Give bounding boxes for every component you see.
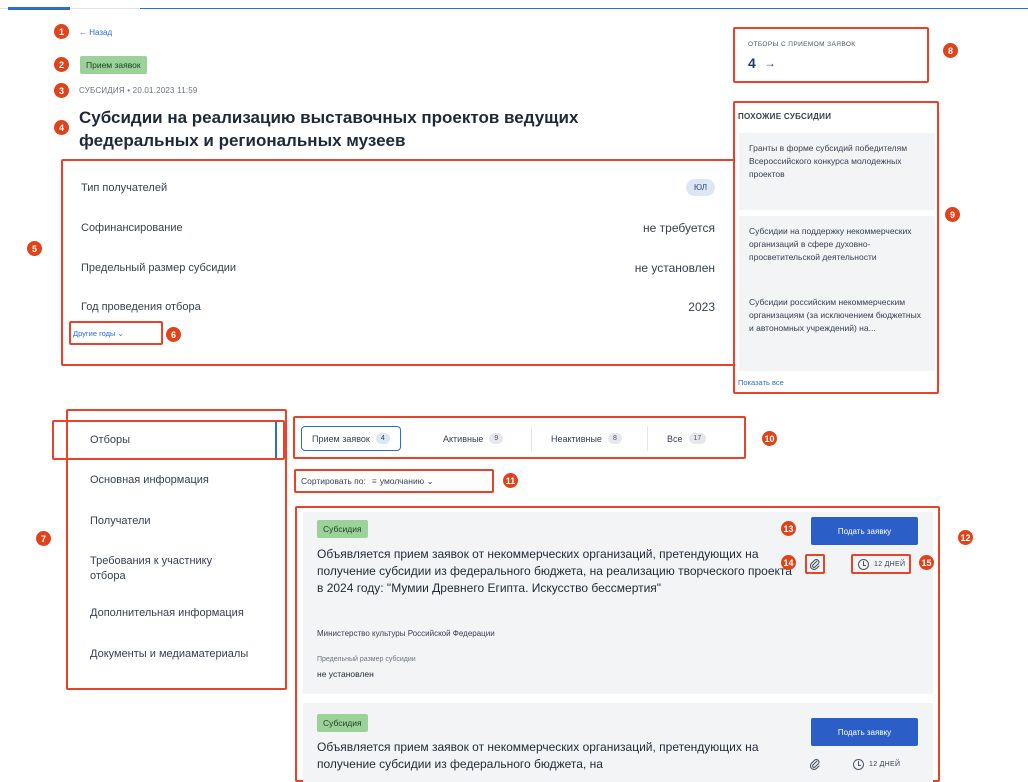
tab-count: 4 [375, 433, 390, 444]
top-divider-accent [140, 8, 1028, 9]
similar-subsidies-panel: ПОХОЖИЕ СУБСИДИИ Гранты в форме субсидий… [733, 101, 939, 394]
clock-icon [858, 558, 869, 570]
annotation-marker-11: 11 [503, 473, 518, 488]
deadline-indicator: 12 ДНЕЙ [853, 754, 900, 774]
days-left: 12 ДНЕЙ [874, 560, 906, 568]
tab-all[interactable]: Все 17 [657, 426, 716, 451]
info-value: не установлен [634, 261, 715, 275]
type-badge: Субсидия [317, 714, 368, 732]
nav-active-highlight [52, 420, 285, 460]
info-label: Софинансирование [81, 222, 183, 234]
selection-card[interactable]: Субсидия Объявляется прием заявок от нек… [303, 512, 933, 694]
clock-icon [853, 758, 864, 770]
card-title[interactable]: Объявляется прием заявок от некоммерческ… [317, 546, 797, 597]
info-label: Тип получателей [81, 181, 168, 194]
annotation-marker-4: 4 [54, 120, 69, 135]
similar-subsidy-item[interactable]: Субсидии российским некоммерческим орган… [739, 287, 935, 371]
info-value: 2023 [688, 300, 715, 314]
annotation-marker-3: 3 [54, 83, 69, 98]
open-selections-card[interactable]: ОТБОРЫ С ПРИЕМОМ ЗАЯВОК 4 → [733, 27, 929, 83]
info-label: Предельный размер субсидии [81, 262, 237, 274]
tab-divider [647, 426, 648, 451]
annotation-marker-12: 12 [958, 530, 973, 545]
card-title[interactable]: Объявляется прием заявок от некоммерческ… [317, 739, 797, 773]
paperclip-icon[interactable] [805, 754, 825, 774]
nav-item-main-info[interactable]: Основная информация [90, 473, 209, 488]
nav-item-additional-info[interactable]: Дополнительная информация [90, 606, 244, 621]
nav-item-recipients[interactable]: Получатели [90, 514, 151, 529]
page-title: Субсидии на реализацию выставочных проек… [79, 108, 579, 150]
tab-count: 17 [688, 433, 707, 444]
type-badge: Субсидия [317, 520, 368, 538]
tab-count: 9 [489, 433, 504, 444]
annotation-marker-6: 6 [166, 327, 181, 342]
annotation-marker-10: 10 [762, 431, 777, 446]
subsidy-info-panel: Тип получателей ЮЛ Софинансирование не т… [61, 159, 735, 366]
info-row-recipient-type: Тип получателей ЮЛ [81, 179, 715, 196]
tab-label: Неактивные [551, 433, 602, 444]
annotation-marker-9: 9 [945, 207, 960, 222]
selections-list: Субсидия Объявляется прием заявок от нек… [295, 506, 940, 782]
annotation-marker-14: 14 [781, 555, 796, 570]
open-selections-label: ОТБОРЫ С ПРИЕМОМ ЗАЯВОК [748, 41, 856, 48]
tab-accepting[interactable]: Прием заявок 4 [301, 426, 401, 451]
similar-subsidy-item[interactable]: Субсидии на поддержку некоммерческих орг… [739, 216, 935, 291]
annotation-marker-7: 7 [36, 531, 51, 546]
nav-item-requirements[interactable]: Требования к участнику отбора [90, 554, 250, 584]
tab-label: Прием заявок [312, 433, 370, 444]
annotation-marker-1: 1 [54, 24, 69, 39]
other-years-dropdown[interactable]: Другие годы ⌄ [69, 321, 163, 345]
annotation-marker-5: 5 [27, 241, 42, 256]
card-limit-value: не установлен [317, 669, 374, 679]
info-row-cofinancing: Софинансирование не требуется [81, 221, 715, 235]
info-value: не требуется [643, 221, 715, 235]
nav-item-documents[interactable]: Документы и медиаматериалы [90, 647, 248, 662]
paperclip-icon[interactable] [805, 554, 825, 574]
subsidy-meta: СУБСИДИЯ • 20.01.2023 11:59 [79, 86, 198, 95]
annotation-marker-15: 15 [919, 555, 934, 570]
sort-value: умолчанию ⌄ [379, 475, 434, 486]
tab-count: 8 [607, 433, 622, 444]
similar-subsidies-title: ПОХОЖИЕ СУБСИДИИ [738, 112, 832, 121]
tab-inactive[interactable]: Неактивные 8 [541, 426, 632, 451]
recipient-type-badge: ЮЛ [686, 179, 715, 196]
top-tab-indicator [8, 7, 70, 10]
back-link[interactable]: ← Назад [79, 28, 112, 37]
status-badge: Прием заявок [80, 56, 147, 74]
apply-button[interactable]: Подать заявку [811, 517, 918, 545]
info-row-max-amount: Предельный размер субсидии не установлен [81, 261, 715, 275]
tab-divider [531, 426, 532, 451]
apply-button[interactable]: Подать заявку [811, 718, 918, 746]
deadline-indicator: 12 ДНЕЙ [851, 554, 911, 574]
days-left: 12 ДНЕЙ [869, 760, 901, 768]
selection-tabs: Прием заявок 4 Активные 9 Неактивные 8 В… [293, 416, 746, 459]
similar-subsidy-item[interactable]: Гранты в форме субсидий победителям Всер… [739, 133, 935, 210]
card-ministry: Министерство культуры Российской Федерац… [317, 629, 495, 638]
sort-label: Сортировать по: [301, 476, 366, 486]
sort-icon: ≡ [371, 476, 377, 486]
tab-label: Все [667, 433, 683, 444]
annotation-marker-8: 8 [943, 43, 958, 58]
annotation-marker-2: 2 [54, 57, 69, 72]
show-all-link[interactable]: Показать все [738, 378, 784, 387]
card-limit-label: Предельный размер субсидии [317, 656, 416, 663]
open-selections-count: 4 [748, 55, 756, 71]
arrow-right-icon: → [764, 56, 776, 70]
selection-card[interactable]: Субсидия Объявляется прием заявок от нек… [303, 703, 933, 782]
annotation-marker-13: 13 [781, 521, 796, 536]
info-row-year: Год проведения отбора 2023 [81, 300, 715, 314]
tab-label: Активные [443, 433, 484, 444]
info-label: Год проведения отбора [81, 301, 201, 313]
tab-active[interactable]: Активные 9 [433, 426, 513, 451]
sort-dropdown[interactable]: Сортировать по: ≡ умолчанию ⌄ [294, 469, 494, 493]
